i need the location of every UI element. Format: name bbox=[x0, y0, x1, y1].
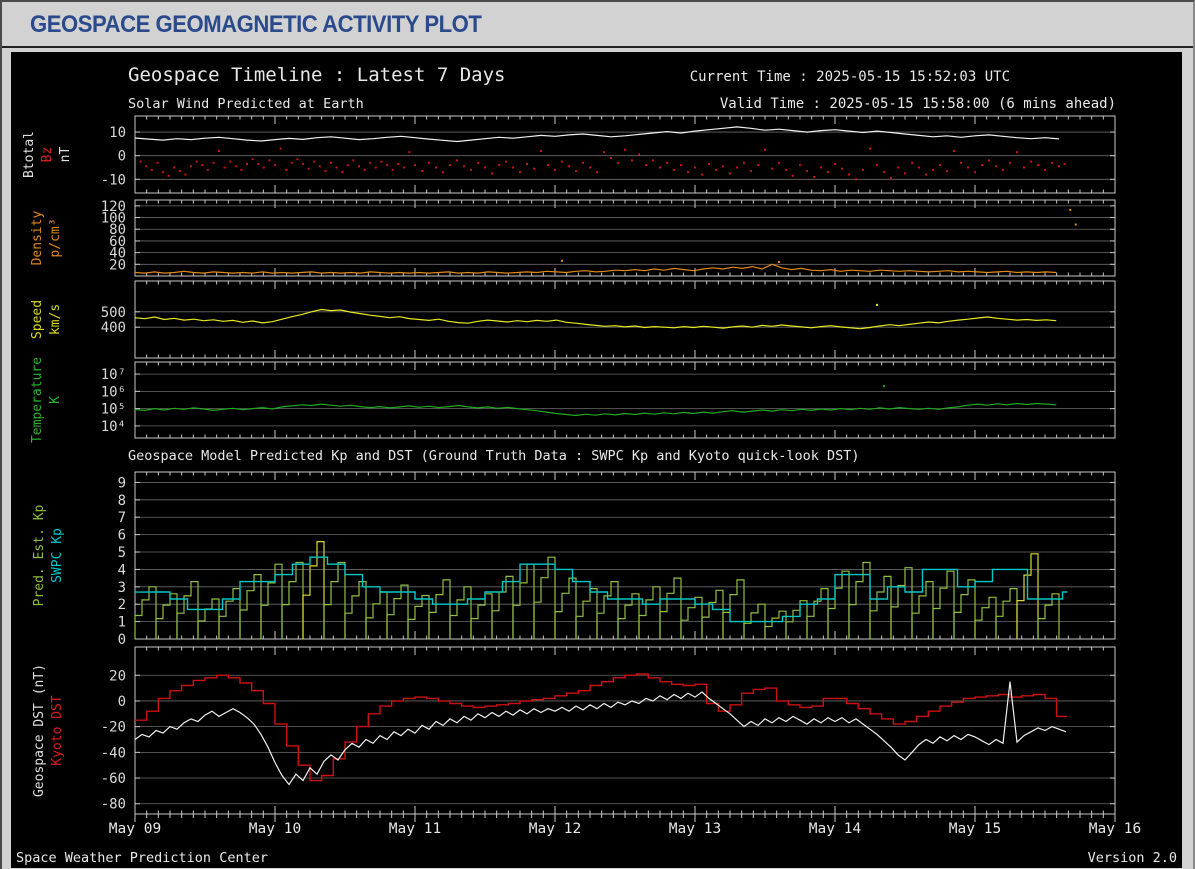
solar-wind-subtitle: Solar Wind Predicted at Earth bbox=[128, 96, 364, 112]
svg-text:500: 500 bbox=[101, 305, 126, 321]
svg-text:3: 3 bbox=[118, 580, 126, 596]
svg-text:km/s: km/s bbox=[48, 304, 63, 335]
svg-text:-40: -40 bbox=[101, 745, 126, 761]
svg-text:6: 6 bbox=[118, 528, 126, 544]
svg-text:Temperature: Temperature bbox=[30, 357, 45, 443]
page-header: GEOSPACE GEOMAGNETIC ACTIVITY PLOT bbox=[2, 2, 1193, 48]
svg-text:-20: -20 bbox=[101, 720, 126, 736]
svg-text:20: 20 bbox=[109, 257, 126, 273]
svg-text:-60: -60 bbox=[101, 771, 126, 787]
valid-time-label: Valid Time : 2025-05-15 15:58:00 (6 mins… bbox=[719, 96, 1116, 112]
svg-text:Density: Density bbox=[30, 210, 45, 265]
svg-text:Bz: Bz bbox=[40, 147, 55, 163]
svg-text:4: 4 bbox=[118, 562, 126, 578]
page-title: GEOSPACE GEOMAGNETIC ACTIVITY PLOT bbox=[30, 11, 482, 38]
svg-text:May 09: May 09 bbox=[109, 821, 161, 837]
svg-text:May 11: May 11 bbox=[389, 821, 441, 837]
svg-text:nT: nT bbox=[58, 147, 73, 163]
svg-text:May 12: May 12 bbox=[529, 821, 581, 837]
svg-text:2: 2 bbox=[118, 597, 126, 613]
svg-text:10⁵: 10⁵ bbox=[101, 402, 126, 418]
svg-text:400: 400 bbox=[101, 320, 126, 336]
svg-text:10⁶: 10⁶ bbox=[101, 384, 126, 400]
svg-text:Geospace DST (nT): Geospace DST (nT) bbox=[32, 664, 47, 797]
svg-text:0: 0 bbox=[118, 149, 126, 165]
svg-text:K: K bbox=[48, 396, 63, 404]
current-time-label: Current Time : 2025-05-15 15:52:03 UTC bbox=[689, 69, 1010, 85]
footer-source-label: Space Weather Prediction Center bbox=[16, 850, 268, 866]
svg-text:5: 5 bbox=[118, 545, 126, 561]
svg-text:Btotal: Btotal bbox=[22, 131, 37, 178]
svg-text:Speed: Speed bbox=[30, 300, 45, 339]
svg-text:May 16: May 16 bbox=[1089, 821, 1141, 837]
svg-text:Kyoto DST: Kyoto DST bbox=[50, 695, 65, 766]
svg-text:0: 0 bbox=[118, 694, 126, 710]
chart-title: Geospace Timeline : Latest 7 Days bbox=[128, 64, 506, 86]
svg-text:8: 8 bbox=[118, 493, 126, 509]
svg-text:May 13: May 13 bbox=[669, 821, 721, 837]
svg-text:SWPC Kp: SWPC Kp bbox=[50, 528, 65, 583]
svg-text:May 15: May 15 bbox=[949, 821, 1001, 837]
svg-text:10: 10 bbox=[109, 125, 126, 141]
svg-text:9: 9 bbox=[118, 475, 126, 491]
svg-text:Pred. Est. Kp: Pred. Est. Kp bbox=[32, 504, 47, 606]
page: GEOSPACE GEOMAGNETIC ACTIVITY PLOT 10 0 -1… bbox=[0, 0, 1195, 869]
svg-text:p/cm³: p/cm³ bbox=[48, 218, 63, 257]
svg-text:May 10: May 10 bbox=[249, 821, 301, 837]
kp-dst-section-title: Geospace Model Predicted Kp and DST (Gro… bbox=[128, 448, 860, 464]
svg-text:-80: -80 bbox=[101, 797, 126, 813]
geomagnetic-plot: 10 0 -10 Btotal Bz nT 120 100 80 60 40 20 Density p/c… bbox=[11, 52, 1182, 868]
svg-text:10⁷: 10⁷ bbox=[101, 367, 126, 383]
svg-text:10⁴: 10⁴ bbox=[101, 419, 126, 435]
footer-version-label: Version 2.0 bbox=[1087, 850, 1177, 866]
svg-text:20: 20 bbox=[109, 668, 126, 684]
svg-text:7: 7 bbox=[118, 510, 126, 526]
svg-text:1: 1 bbox=[118, 615, 126, 631]
svg-text:-10: -10 bbox=[101, 172, 126, 188]
svg-text:0: 0 bbox=[118, 632, 126, 648]
svg-text:May 14: May 14 bbox=[809, 821, 862, 837]
